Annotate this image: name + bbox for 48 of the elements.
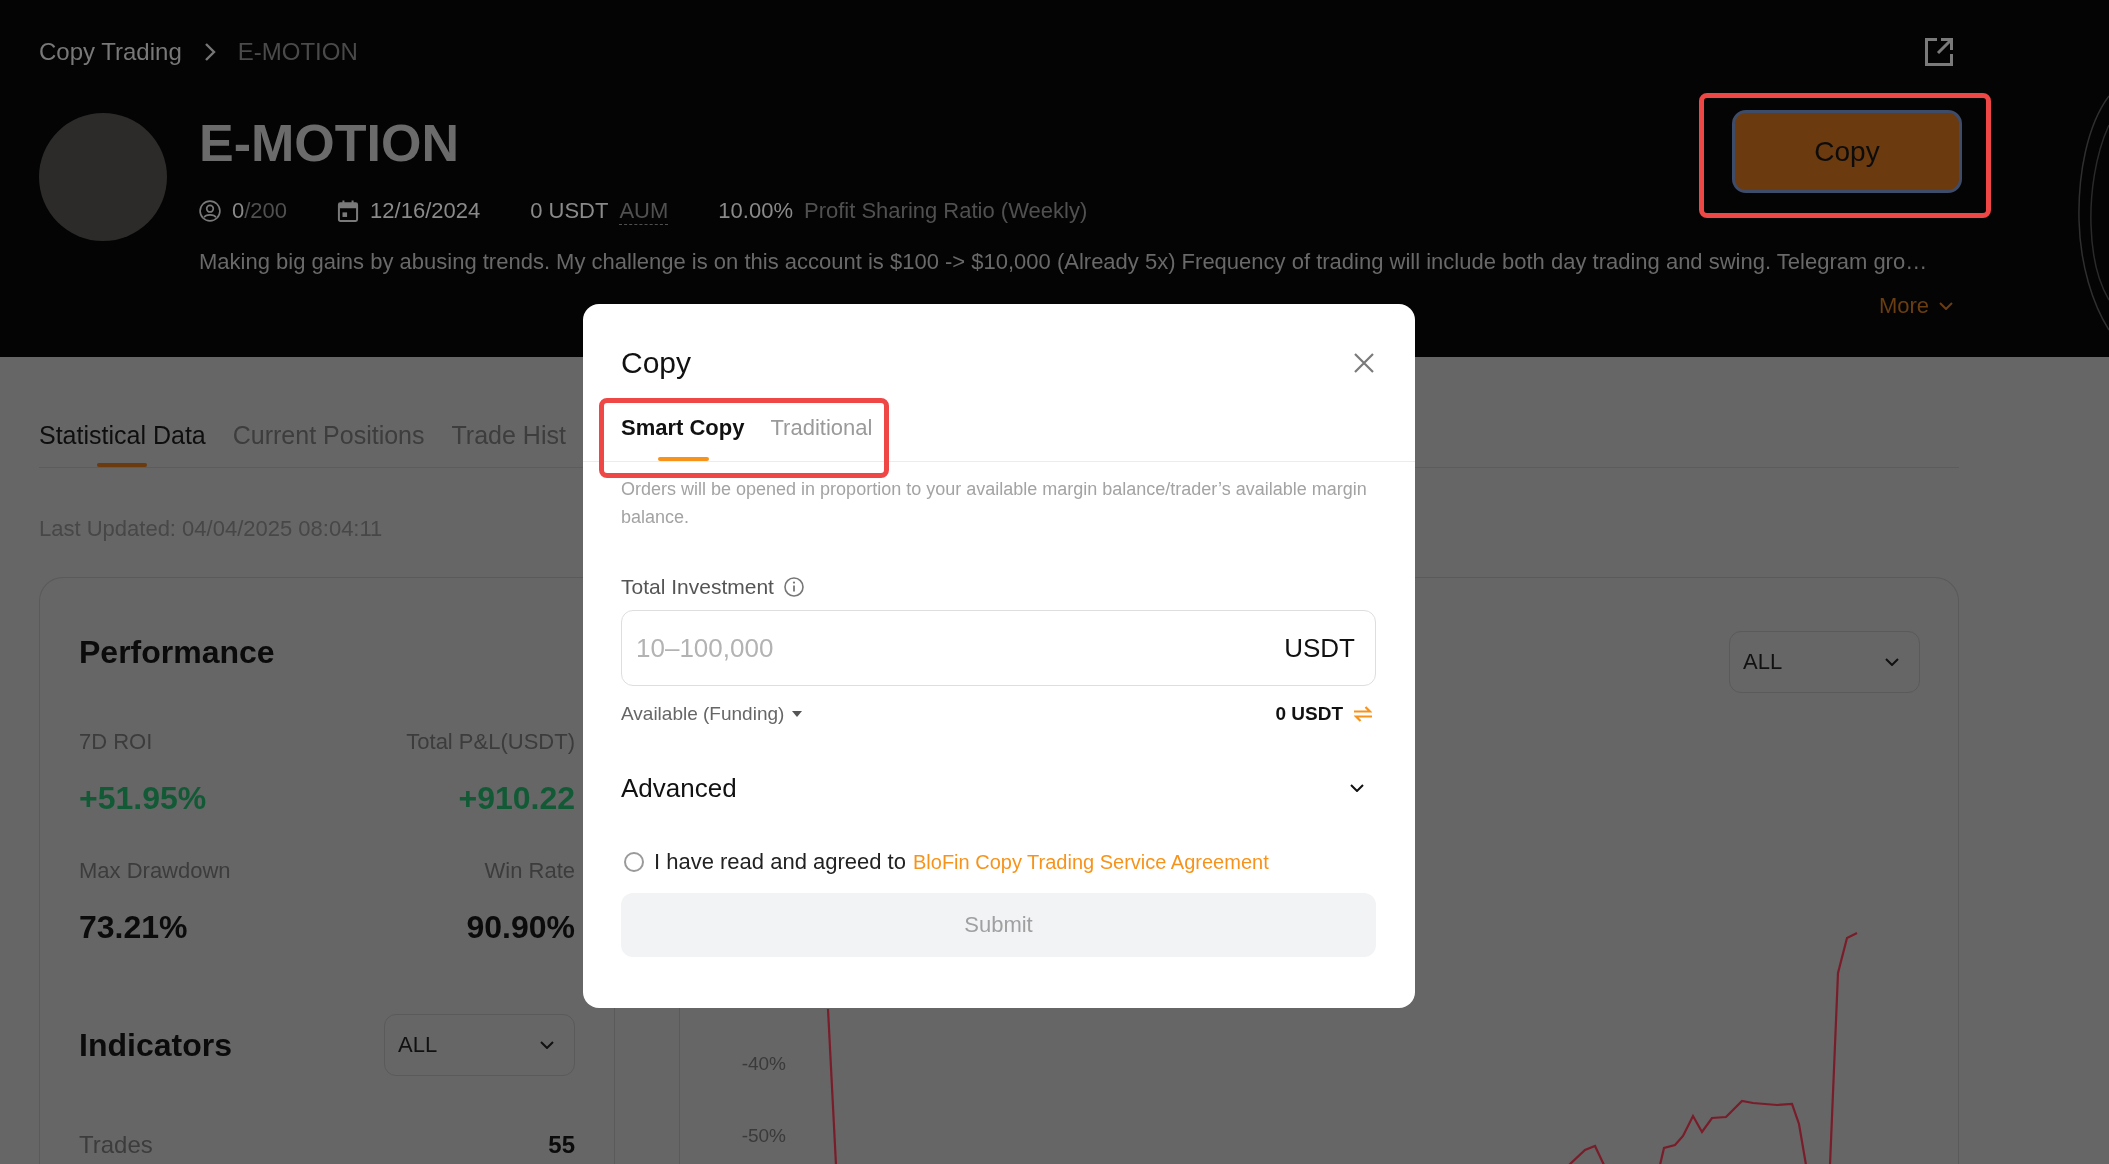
chevron-down-icon [1939, 302, 1953, 310]
balance-value: 0 USDT [1275, 702, 1343, 726]
funding-selector[interactable]: Available (Funding) [621, 701, 803, 727]
unit-label: USDT [1284, 632, 1355, 664]
aum-value: 0 USDT [530, 197, 609, 225]
copier-limit: /200 [244, 198, 288, 223]
metric-value: 73.21% [79, 908, 188, 947]
info-icon[interactable] [783, 577, 804, 597]
chevron-right-icon [203, 42, 216, 62]
breadcrumb-link[interactable]: Copy Trading [39, 36, 182, 68]
breadcrumb-current: E-MOTION [237, 37, 358, 67]
metric-value: +910.22 [458, 779, 575, 818]
profit-share-value: 10.00% [718, 197, 793, 225]
period-dropdown[interactable]: ALL [1729, 631, 1920, 693]
start-date: 12/16/2024 [370, 197, 481, 225]
external-link-icon[interactable] [1924, 37, 1954, 67]
metric-value: 90.90% [466, 908, 575, 947]
field-label: Total Investment [621, 574, 774, 600]
section-title: Indicators [79, 1026, 232, 1065]
indicator-value: 55 [548, 1130, 575, 1160]
chevron-down-icon [1885, 658, 1899, 666]
caret-icon [792, 711, 803, 717]
copy-button[interactable]: Copy [1732, 110, 1962, 193]
more-button[interactable]: More [1878, 291, 1953, 321]
agreement-link[interactable]: BloFin Copy Trading Service Agreement [912, 847, 1269, 877]
agreement-radio[interactable] [624, 852, 644, 872]
profit-share-label: Profit Sharing Ratio (Weekly) [803, 197, 1088, 225]
agreement-text: I have read and agreed to [654, 848, 906, 876]
mode-tab[interactable]: Traditional [770, 413, 873, 461]
investment-field[interactable]: 10–100,000 USDT [621, 610, 1376, 686]
user-icon [199, 200, 221, 222]
dialog-note: Orders will be opened in proportion to your available margin balance/trader’s available margin balance. [621, 478, 1368, 529]
amount-input[interactable]: 10–100,000 [636, 632, 1285, 664]
close-icon[interactable] [1354, 353, 1374, 373]
metric-value: +51.95% [79, 779, 207, 818]
transfer-icon[interactable] [1354, 706, 1372, 722]
trader-name: E-MOTION [199, 113, 459, 173]
section-title: Performance [79, 633, 276, 672]
calendar-icon [337, 200, 360, 222]
aum-label[interactable]: AUM [619, 197, 669, 225]
mode-tab[interactable]: Smart Copy [621, 413, 745, 461]
trader-bio: Making big gains by abusing trends. My challenge is on this account is $100 -> $10,000 (Already 5x) Frequency of trading will include both day trading and swing. Telegram gro… [199, 248, 1929, 276]
dialog-title: Copy [621, 345, 692, 381]
page-tab[interactable]: Statistical Data [39, 418, 206, 467]
period-dropdown[interactable]: ALL [384, 1014, 575, 1076]
chevron-down-icon [540, 1041, 554, 1049]
advanced-toggle[interactable]: Advanced [621, 770, 1376, 806]
copier-count: 0 [232, 198, 245, 223]
